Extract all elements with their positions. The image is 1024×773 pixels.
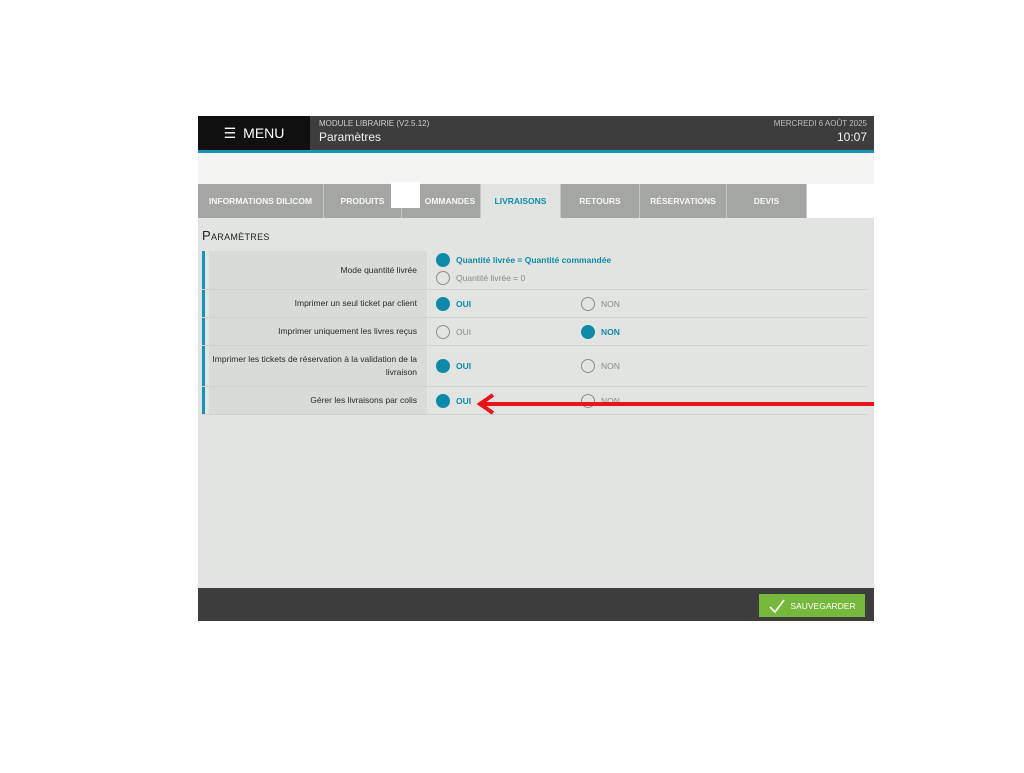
setting-row-livres-recus: Imprimer uniquement les livres reçus OUI… — [202, 318, 868, 346]
option-label: OUI — [456, 396, 472, 406]
setting-label: Mode quantité livrée — [209, 251, 427, 289]
page-title: Paramètres — [319, 130, 382, 144]
overlay-patch — [391, 182, 420, 208]
radio-unselected-icon — [581, 394, 595, 408]
radio-selected-icon — [436, 394, 450, 408]
tab-label: INFORMATIONS DILICOM — [208, 196, 313, 206]
option-oui[interactable]: OUI — [436, 359, 471, 373]
setting-label: Imprimer les tickets de réservation à la… — [209, 346, 427, 386]
row-accent-bar — [202, 346, 205, 386]
radio-selected-icon — [436, 297, 450, 311]
section-title: Paramètres — [202, 228, 270, 243]
row-accent-bar — [202, 251, 205, 289]
option-label: OUI — [456, 327, 472, 337]
app-footer: SAUVEGARDER — [198, 588, 874, 621]
option-label: Quantité livrée = Quantité commandée — [456, 255, 612, 265]
option-non[interactable]: NON — [581, 394, 620, 408]
tab-bar: INFORMATIONS DILICOM PRODUITS OMMANDES L… — [198, 184, 874, 218]
option-non[interactable]: NON — [581, 297, 620, 311]
check-icon — [769, 599, 786, 613]
option-label: OUI — [456, 299, 472, 309]
option-label: OUI — [456, 361, 472, 371]
radio-unselected-icon — [436, 271, 450, 285]
radio-unselected-icon — [581, 359, 595, 373]
setting-label: Imprimer uniquement les livres reçus — [209, 318, 427, 345]
tab-label: OMMANDES — [424, 196, 476, 206]
option-label: NON — [601, 361, 620, 371]
header-time: 10:07 — [836, 130, 867, 144]
app-header: ☰ MENU MODULE LIBRAIRIE (V2.5.12) Paramè… — [198, 116, 874, 153]
tab-label: PRODUITS — [340, 196, 385, 206]
option-oui[interactable]: OUI — [436, 325, 471, 339]
row-accent-bar — [202, 318, 205, 345]
tab-bar-spacer — [807, 184, 874, 218]
row-accent-bar — [202, 290, 205, 317]
header-date: MERCREDI 6 AOÛT 2025 — [773, 119, 867, 128]
row-accent-bar — [202, 387, 205, 414]
save-label: SAUVEGARDER — [790, 600, 856, 611]
option-oui[interactable]: OUI — [436, 297, 471, 311]
option-non[interactable]: NON — [581, 325, 620, 339]
option-quantite-commandee[interactable]: Quantité livrée = Quantité commandée — [436, 253, 611, 267]
option-label: NON — [601, 327, 620, 337]
radio-unselected-icon — [436, 325, 450, 339]
setting-row-seul-ticket: Imprimer un seul ticket par client OUI N… — [202, 290, 868, 318]
option-label: Quantité livrée = 0 — [456, 273, 526, 283]
hamburger-icon: ☰ — [223, 125, 237, 141]
setting-label: Gérer les livraisons par colis — [209, 387, 427, 414]
tab-label: RÉSERVATIONS — [650, 196, 716, 206]
menu-button[interactable]: ☰ MENU — [198, 116, 310, 150]
radio-selected-icon — [436, 359, 450, 373]
toolbar-band — [198, 153, 874, 184]
tab-label: DEVIS — [753, 196, 780, 206]
tab-reservations[interactable]: RÉSERVATIONS — [640, 184, 727, 218]
option-oui[interactable]: OUI — [436, 394, 471, 408]
radio-selected-icon — [436, 253, 450, 267]
setting-label: Imprimer un seul ticket par client — [209, 290, 427, 317]
app-window: ☰ MENU MODULE LIBRAIRIE (V2.5.12) Paramè… — [198, 116, 874, 621]
option-label: NON — [601, 299, 620, 309]
option-quantite-zero[interactable]: Quantité livrée = 0 — [436, 271, 525, 285]
menu-label: MENU — [243, 125, 285, 141]
tab-retours[interactable]: RETOURS — [561, 184, 640, 218]
tab-label: RETOURS — [579, 196, 621, 206]
tab-informations-dilicom[interactable]: INFORMATIONS DILICOM — [198, 184, 324, 218]
option-label: NON — [601, 396, 620, 406]
setting-row-tickets-reservation: Imprimer les tickets de réservation à la… — [202, 346, 868, 387]
radio-selected-icon — [581, 325, 595, 339]
option-non[interactable]: NON — [581, 359, 620, 373]
setting-row-livraisons-colis: Gérer les livraisons par colis OUI NON — [202, 387, 868, 415]
save-button[interactable]: SAUVEGARDER — [759, 594, 865, 617]
tab-devis[interactable]: DEVIS — [727, 184, 807, 218]
tab-livraisons[interactable]: LIVRAISONS — [481, 184, 561, 218]
tab-label: LIVRAISONS — [494, 196, 547, 206]
setting-row-mode-quantite: Mode quantité livrée Quantité livrée = Q… — [202, 251, 868, 290]
module-version: MODULE LIBRAIRIE (V2.5.12) — [319, 119, 430, 128]
radio-unselected-icon — [581, 297, 595, 311]
